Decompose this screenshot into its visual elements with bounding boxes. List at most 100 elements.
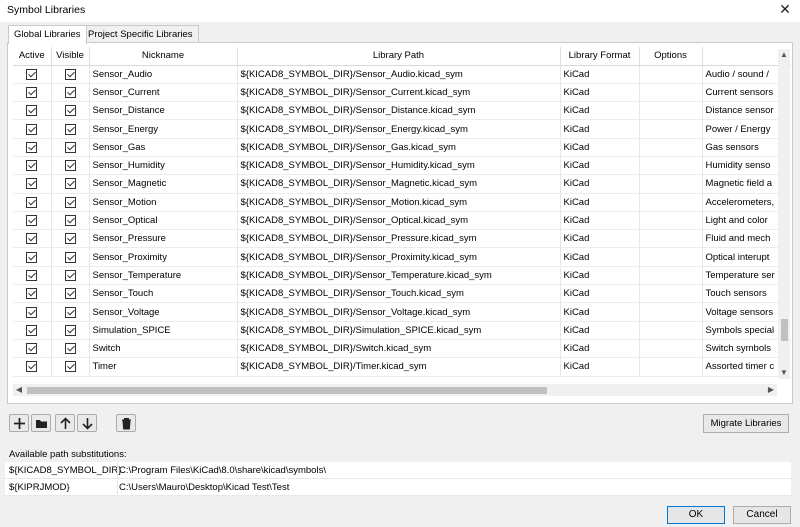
scroll-left-icon[interactable]: ◀	[13, 384, 25, 396]
tab-global-libraries[interactable]: Global Libraries	[8, 25, 87, 44]
active-cell[interactable]	[13, 357, 52, 377]
nickname-cell[interactable]: Sensor_Optical	[89, 211, 238, 231]
active-checkbox[interactable]	[26, 251, 38, 263]
options-cell[interactable]	[639, 247, 703, 267]
visible-cell[interactable]	[51, 211, 90, 231]
table-row[interactable]: Sensor_Audio ${KICAD8_SYMBOL_DIR}/Sensor_…	[13, 65, 791, 84]
options-cell[interactable]	[639, 193, 703, 212]
vertical-scroll-thumb[interactable]	[781, 319, 788, 341]
table-row[interactable]: Sensor_Voltage ${KICAD8_SYMBOL_DIR}/Senso…	[13, 302, 791, 322]
active-checkbox[interactable]	[26, 288, 38, 300]
table-row[interactable]: Sensor_Energy ${KICAD8_SYMBOL_DIR}/Sensor…	[13, 119, 791, 139]
library-format-cell[interactable]: KiCad	[560, 339, 640, 359]
library-path-cell[interactable]: ${KICAD8_SYMBOL_DIR}/Switch.kicad_sym	[237, 339, 561, 359]
column-header-library-path[interactable]: Library Path	[237, 47, 561, 66]
library-format-cell[interactable]: KiCad	[560, 321, 640, 340]
table-row[interactable]: Timer ${KICAD8_SYMBOL_DIR}/Timer.kicad_sy…	[13, 357, 791, 377]
options-cell[interactable]	[639, 266, 703, 286]
active-checkbox[interactable]	[26, 233, 38, 245]
active-checkbox[interactable]	[26, 86, 38, 98]
library-format-cell[interactable]: KiCad	[560, 101, 640, 121]
visible-cell[interactable]	[51, 302, 90, 322]
active-cell[interactable]	[13, 156, 52, 176]
library-path-cell[interactable]: ${KICAD8_SYMBOL_DIR}/Sensor_Energy.kicad…	[237, 119, 561, 139]
visible-cell[interactable]	[51, 101, 90, 121]
nickname-cell[interactable]: Sensor_Energy	[89, 119, 238, 139]
library-path-cell[interactable]: ${KICAD8_SYMBOL_DIR}/Sensor_Temperature.…	[237, 266, 561, 286]
column-header-visible[interactable]: Visible	[51, 47, 90, 66]
library-format-cell[interactable]: KiCad	[560, 138, 640, 157]
visible-checkbox[interactable]	[64, 160, 76, 172]
column-header-library-format[interactable]: Library Format	[560, 47, 640, 66]
active-cell[interactable]	[13, 83, 52, 103]
library-path-cell[interactable]: ${KICAD8_SYMBOL_DIR}/Sensor_Distance.kic…	[237, 101, 561, 121]
active-cell[interactable]	[13, 229, 52, 249]
table-row[interactable]: Sensor_Touch ${KICAD8_SYMBOL_DIR}/Sensor_…	[13, 284, 791, 304]
active-cell[interactable]	[13, 211, 52, 231]
scroll-up-icon[interactable]: ▲	[778, 49, 790, 61]
options-cell[interactable]	[639, 119, 703, 139]
visible-checkbox[interactable]	[64, 86, 76, 98]
active-cell[interactable]	[13, 174, 52, 194]
library-format-cell[interactable]: KiCad	[560, 302, 640, 322]
library-format-cell[interactable]: KiCad	[560, 83, 640, 103]
visible-cell[interactable]	[51, 83, 90, 103]
visible-cell[interactable]	[51, 174, 90, 194]
visible-cell[interactable]	[51, 229, 90, 249]
active-checkbox[interactable]	[26, 361, 38, 373]
options-cell[interactable]	[639, 83, 703, 103]
nickname-cell[interactable]: Sensor_Motion	[89, 193, 238, 212]
visible-checkbox[interactable]	[64, 269, 76, 281]
options-cell[interactable]	[639, 302, 703, 322]
scroll-down-icon[interactable]: ▼	[778, 367, 790, 379]
table-row[interactable]: Sensor_Temperature ${KICAD8_SYMBOL_DIR}/S…	[13, 266, 791, 286]
nickname-cell[interactable]: Sensor_Current	[89, 83, 238, 103]
nickname-cell[interactable]: Sensor_Humidity	[89, 156, 238, 176]
close-icon[interactable]: ✕	[770, 0, 800, 20]
nickname-cell[interactable]: Sensor_Magnetic	[89, 174, 238, 194]
library-format-cell[interactable]: KiCad	[560, 65, 640, 84]
options-cell[interactable]	[639, 211, 703, 231]
visible-checkbox[interactable]	[64, 288, 76, 300]
library-path-cell[interactable]: ${KICAD8_SYMBOL_DIR}/Sensor_Current.kica…	[237, 83, 561, 103]
table-row[interactable]: Sensor_Humidity ${KICAD8_SYMBOL_DIR}/Sens…	[13, 156, 791, 176]
options-cell[interactable]	[639, 321, 703, 340]
visible-checkbox[interactable]	[64, 233, 76, 245]
library-path-cell[interactable]: ${KICAD8_SYMBOL_DIR}/Sensor_Humidity.kic…	[237, 156, 561, 176]
library-format-cell[interactable]: KiCad	[560, 156, 640, 176]
active-cell[interactable]	[13, 302, 52, 322]
nickname-cell[interactable]: Timer	[89, 357, 238, 377]
nickname-cell[interactable]: Sensor_Touch	[89, 284, 238, 304]
active-cell[interactable]	[13, 138, 52, 157]
active-cell[interactable]	[13, 247, 52, 267]
table-row[interactable]: Sensor_Motion ${KICAD8_SYMBOL_DIR}/Sensor…	[13, 193, 791, 212]
visible-cell[interactable]	[51, 284, 90, 304]
table-row[interactable]: Sensor_Gas ${KICAD8_SYMBOL_DIR}/Sensor_Ga…	[13, 138, 791, 157]
library-path-cell[interactable]: ${KICAD8_SYMBOL_DIR}/Simulation_SPICE.ki…	[237, 321, 561, 340]
table-row[interactable]: Sensor_Distance ${KICAD8_SYMBOL_DIR}/Sens…	[13, 101, 791, 121]
column-header-active[interactable]: Active	[13, 47, 52, 66]
visible-checkbox[interactable]	[64, 105, 76, 117]
library-path-cell[interactable]: ${KICAD8_SYMBOL_DIR}/Sensor_Optical.kica…	[237, 211, 561, 231]
options-cell[interactable]	[639, 65, 703, 84]
visible-checkbox[interactable]	[64, 324, 76, 336]
options-cell[interactable]	[639, 101, 703, 121]
library-path-cell[interactable]: ${KICAD8_SYMBOL_DIR}/Sensor_Proximity.ki…	[237, 247, 561, 267]
options-cell[interactable]	[639, 156, 703, 176]
library-path-cell[interactable]: ${KICAD8_SYMBOL_DIR}/Sensor_Touch.kicad_…	[237, 284, 561, 304]
options-cell[interactable]	[639, 284, 703, 304]
library-format-cell[interactable]: KiCad	[560, 247, 640, 267]
options-cell[interactable]	[639, 229, 703, 249]
active-checkbox[interactable]	[26, 141, 38, 153]
move-up-button[interactable]	[55, 414, 75, 432]
active-cell[interactable]	[13, 119, 52, 139]
tab-project-specific-libraries[interactable]: Project Specific Libraries	[82, 25, 199, 43]
table-row[interactable]: Sensor_Proximity ${KICAD8_SYMBOL_DIR}/Sen…	[13, 247, 791, 267]
visible-cell[interactable]	[51, 339, 90, 359]
library-path-cell[interactable]: ${KICAD8_SYMBOL_DIR}/Sensor_Gas.kicad_sy…	[237, 138, 561, 157]
library-path-cell[interactable]: ${KICAD8_SYMBOL_DIR}/Sensor_Magnetic.kic…	[237, 174, 561, 194]
visible-checkbox[interactable]	[64, 251, 76, 263]
visible-cell[interactable]	[51, 357, 90, 377]
nickname-cell[interactable]: Sensor_Audio	[89, 65, 238, 84]
active-checkbox[interactable]	[26, 178, 38, 190]
